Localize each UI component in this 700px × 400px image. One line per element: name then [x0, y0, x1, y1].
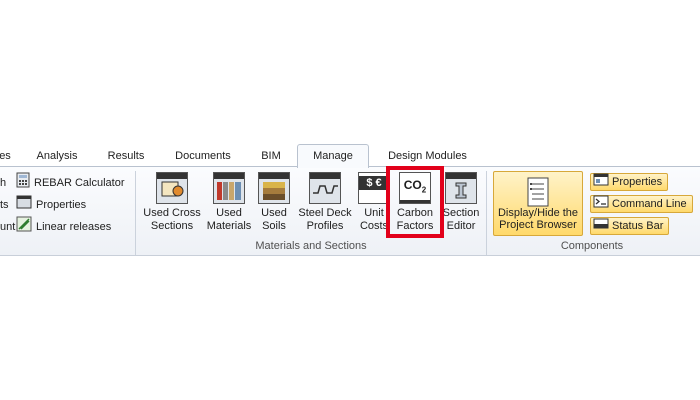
- used-cross-sections-button[interactable]: Used Cross Sections: [142, 172, 202, 233]
- section-editor-button[interactable]: Section Editor: [440, 172, 482, 233]
- tab-results[interactable]: Results: [100, 147, 152, 166]
- steel-deck-profiles-label: Steel Deck Profiles: [298, 207, 352, 232]
- linear-releases-label: Linear releases: [36, 221, 112, 233]
- used-cross-sections-label: Used Cross Sections: [143, 207, 201, 232]
- toggle-status-bar-label: Status Bar: [612, 220, 664, 232]
- display-hide-project-browser-button[interactable]: Display/Hide the Project Browser: [493, 171, 583, 236]
- tab-analysis[interactable]: Analysis: [30, 147, 84, 166]
- ribbon-tab-bar: es Analysis Results Documents BIM Manage…: [0, 144, 700, 168]
- clipped-label-2: ts: [0, 199, 9, 211]
- section-editor-icon: [445, 172, 477, 204]
- rebar-calculator-label: REBAR Calculator: [34, 177, 125, 189]
- toggle-command-line-label: Command Line: [612, 198, 687, 210]
- ribbon-item-rebar-calculator[interactable]: h REBAR Calculator: [0, 172, 125, 195]
- used-soils-label: Used Soils: [261, 207, 287, 232]
- ribbon-item-linear-releases[interactable]: unt Linear releases: [0, 216, 112, 239]
- materials-icon: [213, 172, 245, 204]
- project-browser-icon: [525, 177, 551, 207]
- calculator-icon: [16, 172, 30, 195]
- linear-releases-icon: [16, 216, 32, 239]
- group-label-materials-and-sections: Materials and Sections: [255, 240, 367, 252]
- clipped-label-1: h: [0, 177, 7, 189]
- highlight-frame: [386, 166, 444, 238]
- ribbon-item-properties-left[interactable]: ts Properties: [0, 195, 86, 215]
- used-materials-button[interactable]: Used Materials: [204, 172, 254, 233]
- section-editor-label: Section Editor: [442, 207, 480, 232]
- properties-label-left: Properties: [36, 199, 87, 211]
- group-label-components: Components: [560, 240, 624, 252]
- properties-icon: [16, 195, 32, 216]
- tab-bim[interactable]: BIM: [255, 147, 287, 166]
- properties-panel-icon: [593, 173, 609, 192]
- used-materials-label: Used Materials: [206, 207, 252, 232]
- steel-deck-profiles-button[interactable]: Steel Deck Profiles: [295, 172, 355, 233]
- tab-design-modules[interactable]: Design Modules: [380, 147, 475, 166]
- tab-manage[interactable]: Manage: [297, 144, 369, 168]
- tab-documents[interactable]: Documents: [168, 147, 238, 166]
- steel-deck-icon: [309, 172, 341, 204]
- toggle-properties-button[interactable]: Properties: [590, 173, 669, 192]
- status-bar-icon: [593, 217, 609, 235]
- display-hide-label: Display/Hide the Project Browser: [497, 207, 579, 231]
- used-soils-button[interactable]: Used Soils: [256, 172, 292, 233]
- clipped-label-3: unt: [0, 221, 16, 233]
- soils-icon: [258, 172, 290, 204]
- toggle-command-line-button[interactable]: Command Line: [590, 195, 693, 213]
- cross-sections-icon: [156, 172, 188, 204]
- toggle-status-bar-button[interactable]: Status Bar: [590, 217, 670, 235]
- toggle-properties-label: Properties: [612, 176, 663, 188]
- tab-partial-left[interactable]: es: [0, 147, 12, 166]
- command-line-icon: [593, 195, 609, 214]
